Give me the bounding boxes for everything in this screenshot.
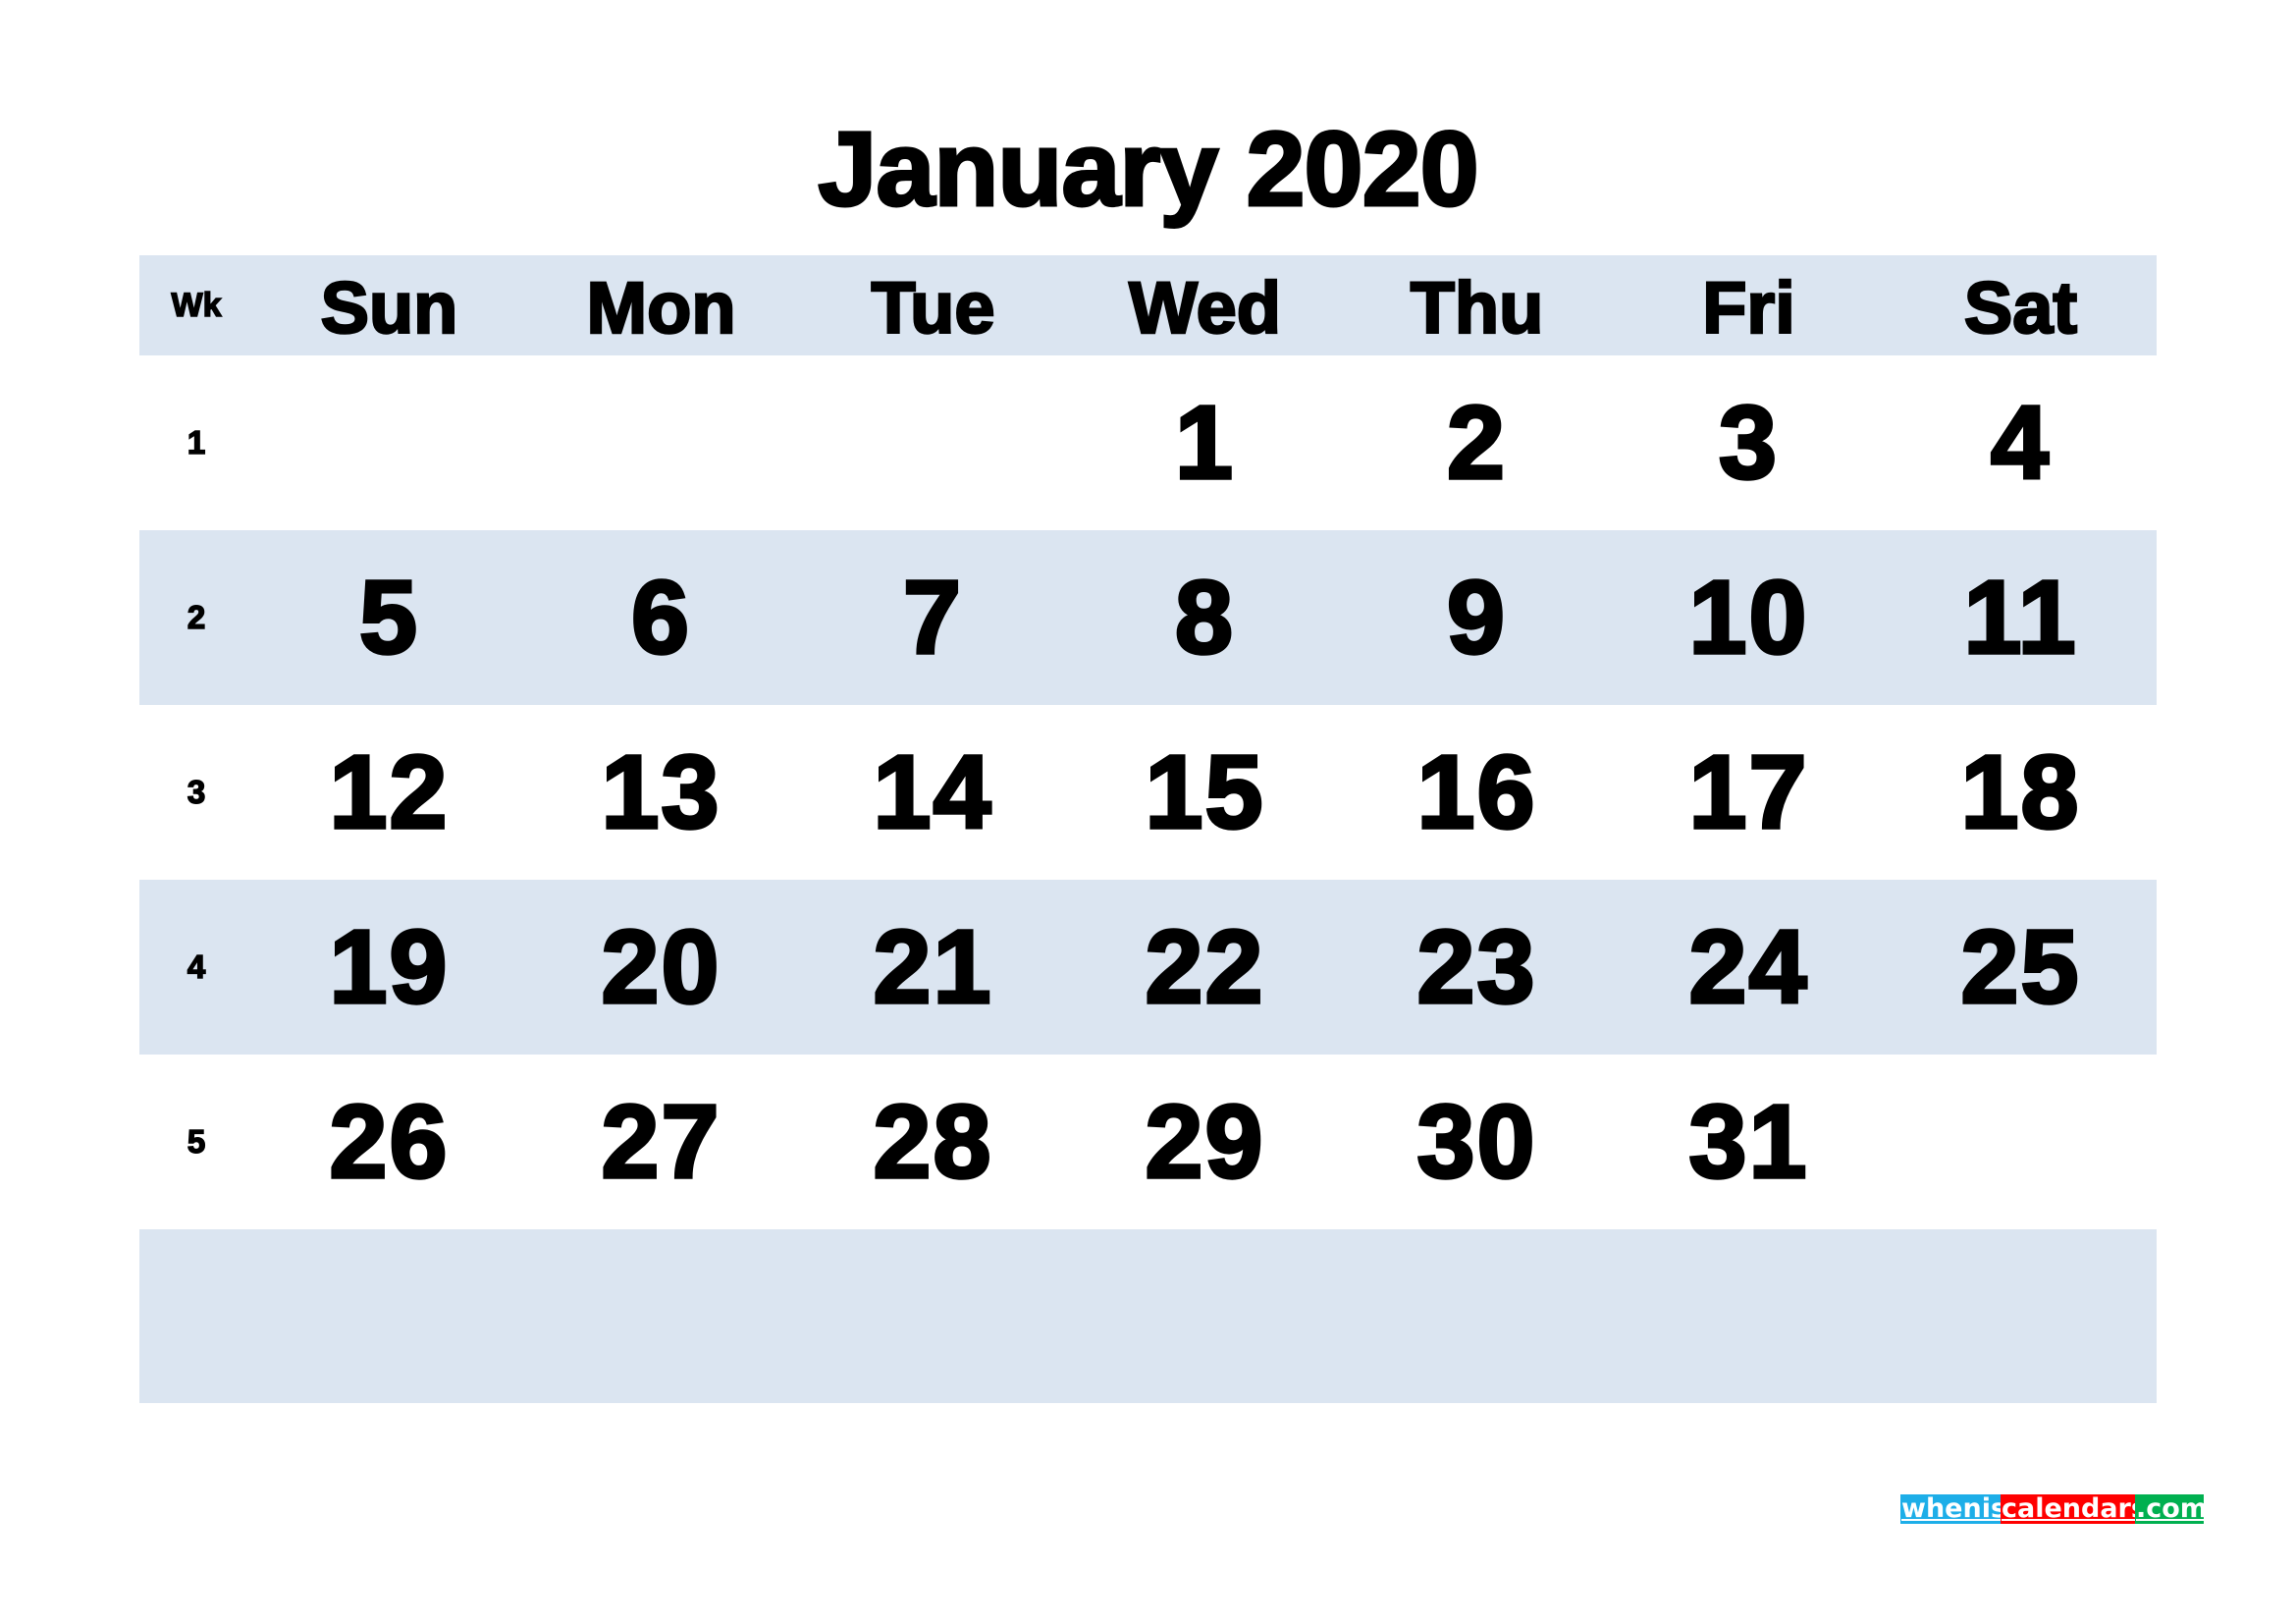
empty-date-cell	[1341, 1229, 1613, 1403]
site-logo[interactable]: whenis calendars .com	[1900, 1493, 2208, 1524]
date-cell: 20	[600, 907, 721, 1027]
week-number: 5	[187, 1122, 206, 1161]
date-cell: 9	[1445, 558, 1507, 677]
empty-date-cell	[1069, 1229, 1341, 1403]
week-row: 5 26 27 28 29 30 31	[139, 1055, 2157, 1229]
week-number: 2	[187, 598, 206, 636]
week-number: 1	[187, 423, 206, 461]
week-row	[139, 1229, 2157, 1403]
week-row: 1 1 2 3 4	[139, 355, 2157, 530]
empty-date-cell	[797, 1229, 1069, 1403]
date-cell: 2	[1445, 383, 1507, 503]
date-cell: 28	[872, 1082, 993, 1202]
date-cell: 1	[1173, 383, 1235, 503]
empty-date-cell	[253, 355, 525, 530]
date-cell: 31	[1687, 1082, 1809, 1202]
calendar-title: January 2020	[817, 108, 1481, 229]
week-row: 4 19 20 21 22 23 24 25	[139, 880, 2157, 1055]
date-cell: 27	[600, 1082, 721, 1202]
date-cell: 18	[1959, 732, 2081, 852]
date-cell: 24	[1687, 907, 1809, 1027]
week-number: 4	[187, 947, 206, 986]
date-cell: 4	[1989, 383, 2051, 503]
empty-date-cell	[525, 355, 797, 530]
weekday-sun: Sun	[319, 265, 458, 350]
date-cell: 11	[1962, 558, 2078, 677]
weekday-sat: Sat	[1963, 265, 2079, 350]
date-cell: 16	[1415, 732, 1537, 852]
date-cell: 22	[1144, 907, 1265, 1027]
weekday-fri: Fri	[1701, 265, 1796, 350]
date-cell: 3	[1717, 383, 1779, 503]
date-cell: 8	[1173, 558, 1235, 677]
empty-date-cell	[253, 1229, 525, 1403]
empty-date-cell	[1885, 1055, 2157, 1229]
date-cell: 30	[1415, 1082, 1537, 1202]
week-column-header: Wk	[171, 286, 223, 325]
empty-date-cell	[525, 1229, 797, 1403]
date-cell: 25	[1959, 907, 2081, 1027]
weekday-wed: Wed	[1128, 265, 1282, 350]
logo-part-com: .com	[2135, 1493, 2208, 1524]
weekday-thu: Thu	[1409, 265, 1544, 350]
date-cell: 12	[328, 732, 450, 852]
week-row: 2 5 6 7 8 9 10 11	[139, 530, 2157, 705]
empty-date-cell	[1885, 1229, 2157, 1403]
empty-date-cell	[797, 355, 1069, 530]
logo-part-whenis: whenis	[1900, 1493, 2007, 1524]
date-cell: 13	[600, 732, 721, 852]
logo-part-calendars: calendars	[2001, 1493, 2147, 1524]
date-cell: 7	[901, 558, 963, 677]
week-number	[139, 1229, 253, 1403]
calendar-grid: Wk Sun Mon Tue Wed Thu Fri Sat 112342567…	[139, 255, 2157, 1403]
date-cell: 5	[357, 558, 419, 677]
weekday-tue: Tue	[870, 265, 996, 350]
date-cell: 17	[1687, 732, 1809, 852]
empty-date-cell	[1613, 1229, 1885, 1403]
date-cell: 21	[872, 907, 993, 1027]
date-cell: 10	[1687, 558, 1809, 677]
week-row: 3 12 13 14 15 16 17 18	[139, 705, 2157, 880]
date-cell: 19	[328, 907, 450, 1027]
date-cell: 23	[1415, 907, 1537, 1027]
date-cell: 26	[328, 1082, 450, 1202]
weekday-mon: Mon	[585, 265, 737, 350]
date-cell: 29	[1144, 1082, 1265, 1202]
date-cell: 6	[629, 558, 691, 677]
week-number: 3	[187, 773, 206, 811]
weekday-header-row: Wk Sun Mon Tue Wed Thu Fri Sat	[139, 255, 2157, 355]
date-cell: 15	[1144, 732, 1265, 852]
date-cell: 14	[872, 732, 993, 852]
